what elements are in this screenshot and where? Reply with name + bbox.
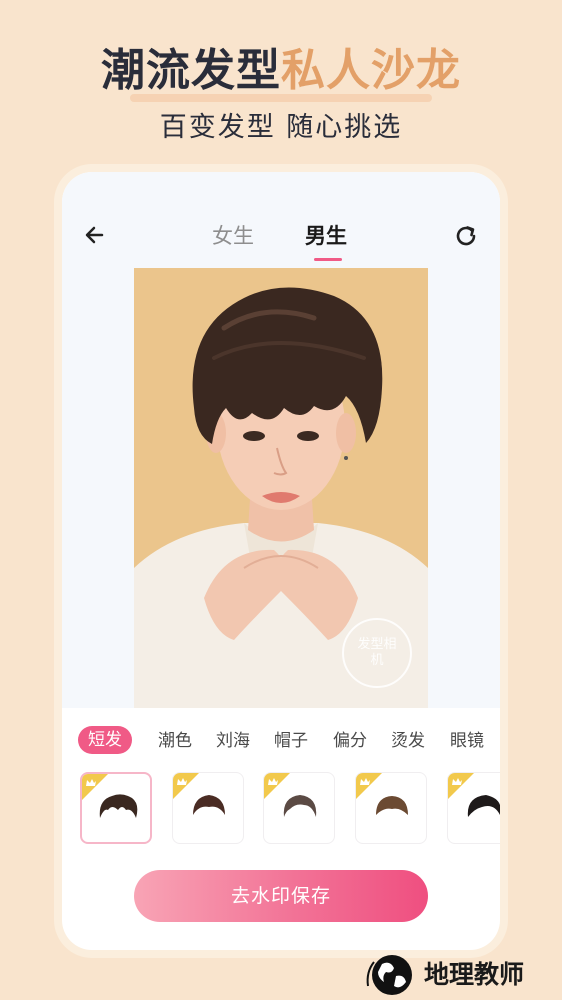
tab-male[interactable]: 男生 <box>305 222 347 250</box>
promo-headline-part1: 潮流发型 <box>101 45 281 96</box>
watermark-stamp: 发型相机 <box>342 618 412 688</box>
category-short-hair[interactable]: 短发 <box>78 726 132 754</box>
short-hair-2-icon <box>193 795 225 815</box>
category-perm[interactable]: 烫发 <box>391 728 425 754</box>
hairstyle-option[interactable] <box>263 772 335 844</box>
short-hair-4-icon <box>376 796 408 815</box>
short-hair-1-icon <box>99 794 138 818</box>
hairstyle-option[interactable] <box>447 772 500 844</box>
category-bangs[interactable]: 刘海 <box>216 728 250 754</box>
hairstyle-option[interactable] <box>80 772 152 844</box>
refresh-button[interactable] <box>452 222 480 250</box>
short-hair-3-icon <box>283 795 317 817</box>
category-tabs: 短发 潮色 刘海 帽子 偏分 烫发 眼镜 <box>62 724 500 760</box>
category-glasses[interactable]: 眼镜 <box>450 728 484 754</box>
back-button[interactable] <box>80 220 110 250</box>
globe-icon <box>366 955 412 995</box>
hairstyle-option[interactable] <box>355 772 427 844</box>
category-hat[interactable]: 帽子 <box>274 728 308 754</box>
tab-female[interactable]: 女生 <box>212 222 254 250</box>
category-side-part[interactable]: 偏分 <box>333 728 367 754</box>
refresh-icon <box>456 226 476 246</box>
tab-active-indicator <box>314 258 342 261</box>
promo-headline: 潮流发型私人沙龙 <box>0 42 562 100</box>
phone-mockup: 女生 男生 发型相机 短发 潮色 刘海 帽子 偏分 烫发 眼镜 去水印保存 <box>62 172 500 950</box>
brand-logo: 地理教师 <box>362 950 562 1000</box>
hairstyle-preview-photo: 发型相机 <box>134 268 428 708</box>
brand-name: 地理教师 <box>424 960 525 989</box>
promo-subheadline: 百变发型 随心挑选 <box>159 112 403 143</box>
arrow-left-icon <box>85 226 104 244</box>
hairstyle-option[interactable] <box>172 772 244 844</box>
short-hair-5-icon <box>467 795 500 817</box>
category-trend-color[interactable]: 潮色 <box>158 728 192 754</box>
promo-headline-part2: 私人沙龙 <box>281 45 461 96</box>
save-without-watermark-button[interactable]: 去水印保存 <box>134 870 428 922</box>
